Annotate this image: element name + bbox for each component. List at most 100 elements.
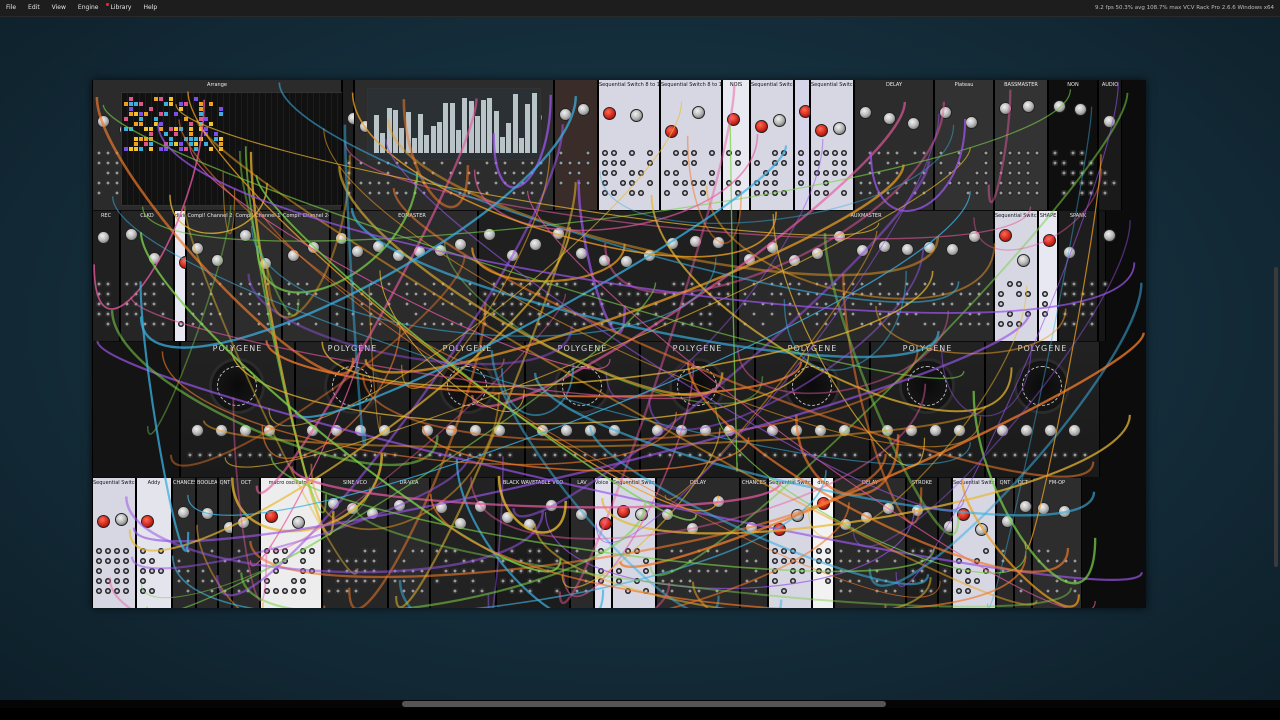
jack[interactable]	[886, 311, 892, 317]
jack[interactable]	[635, 291, 641, 297]
jack[interactable]	[832, 170, 838, 176]
knob[interactable]	[814, 424, 827, 437]
jack[interactable]	[554, 281, 560, 287]
step-cell[interactable]	[219, 112, 223, 116]
jack[interactable]	[842, 452, 848, 458]
module-polygene[interactable]: POLYGENE	[525, 342, 640, 477]
jack[interactable]	[858, 180, 864, 186]
jack[interactable]	[608, 281, 614, 287]
jack[interactable]	[536, 301, 542, 307]
jack[interactable]	[769, 281, 775, 287]
jack[interactable]	[552, 452, 558, 458]
jack[interactable]	[160, 311, 166, 317]
jack[interactable]	[247, 281, 253, 287]
module-macro-oscillator-2[interactable]: macro oscillator 2	[260, 478, 322, 608]
jack[interactable]	[247, 452, 253, 458]
jack[interactable]	[626, 291, 632, 297]
jack[interactable]	[687, 578, 693, 584]
knob[interactable]	[523, 517, 536, 531]
jack[interactable]	[511, 180, 517, 186]
jack[interactable]	[799, 558, 805, 564]
step-cell[interactable]	[139, 122, 143, 126]
rhythm-dial[interactable]	[324, 358, 380, 414]
jack[interactable]	[689, 281, 695, 287]
jack[interactable]	[1007, 150, 1013, 156]
module-dr-vca[interactable]: DR-VCA	[388, 478, 430, 608]
jack[interactable]	[96, 578, 102, 584]
jack[interactable]	[643, 568, 649, 574]
jack[interactable]	[874, 558, 880, 564]
jack[interactable]	[942, 578, 948, 584]
jack[interactable]	[976, 281, 982, 287]
jack[interactable]	[362, 452, 368, 458]
jack[interactable]	[974, 558, 980, 564]
knob[interactable]	[354, 424, 367, 437]
jack[interactable]	[635, 301, 641, 307]
step-cell[interactable]	[219, 147, 223, 151]
module-chances[interactable]: CHANCES	[740, 478, 768, 608]
jack[interactable]	[448, 190, 454, 196]
jack[interactable]	[823, 311, 829, 317]
jack[interactable]	[877, 321, 883, 327]
step-cell[interactable]	[164, 112, 168, 116]
module-oct[interactable]: OCT	[1014, 478, 1032, 608]
module-panel-3[interactable]	[554, 80, 598, 210]
step-cell[interactable]	[219, 107, 223, 111]
jack[interactable]	[1062, 311, 1068, 317]
jack[interactable]	[421, 190, 427, 196]
jack[interactable]	[334, 321, 340, 327]
jack[interactable]	[662, 321, 668, 327]
knob[interactable]	[745, 520, 758, 534]
step-cell[interactable]	[164, 147, 168, 151]
jack[interactable]	[443, 558, 449, 564]
knob[interactable]	[237, 516, 250, 530]
jack[interactable]	[682, 150, 688, 156]
jack[interactable]	[1034, 150, 1040, 156]
jack[interactable]	[762, 452, 768, 458]
jack[interactable]	[825, 558, 831, 564]
jack[interactable]	[572, 452, 578, 458]
jack[interactable]	[956, 558, 962, 564]
knob[interactable]	[1019, 500, 1032, 514]
knob[interactable]	[1103, 228, 1116, 242]
jack[interactable]	[798, 160, 804, 166]
jack[interactable]	[691, 150, 697, 156]
jack[interactable]	[814, 150, 820, 156]
jack[interactable]	[1088, 170, 1094, 176]
jack[interactable]	[772, 190, 778, 196]
jack[interactable]	[197, 452, 203, 458]
jack[interactable]	[726, 150, 732, 156]
knob[interactable]	[265, 510, 278, 524]
jack[interactable]	[105, 291, 111, 297]
module-fm-op[interactable]: FM-OP	[1032, 478, 1082, 608]
jack[interactable]	[737, 452, 743, 458]
jack[interactable]	[647, 180, 653, 186]
jack[interactable]	[431, 291, 437, 297]
jack[interactable]	[581, 311, 587, 317]
step-cell[interactable]	[184, 102, 188, 106]
jack[interactable]	[812, 452, 818, 458]
jack[interactable]	[678, 578, 684, 584]
jack[interactable]	[368, 301, 374, 307]
jack[interactable]	[176, 558, 182, 564]
jack[interactable]	[368, 281, 374, 287]
jack[interactable]	[744, 578, 750, 584]
jack[interactable]	[466, 170, 472, 176]
jack[interactable]	[772, 452, 778, 458]
jack[interactable]	[644, 291, 650, 297]
jack[interactable]	[493, 180, 499, 186]
module-polygene[interactable]: POLYGENE	[985, 342, 1100, 477]
jack[interactable]	[342, 452, 348, 458]
jack[interactable]	[520, 190, 526, 196]
jack[interactable]	[602, 452, 608, 458]
jack[interactable]	[190, 291, 196, 297]
jack[interactable]	[876, 170, 882, 176]
jack[interactable]	[500, 321, 506, 327]
jack[interactable]	[832, 150, 838, 156]
jack[interactable]	[967, 321, 973, 327]
knob[interactable]	[1017, 253, 1030, 267]
jack[interactable]	[671, 291, 677, 297]
step-cell[interactable]	[189, 132, 193, 136]
jack[interactable]	[599, 301, 605, 307]
module-panel-9[interactable]	[430, 478, 496, 608]
